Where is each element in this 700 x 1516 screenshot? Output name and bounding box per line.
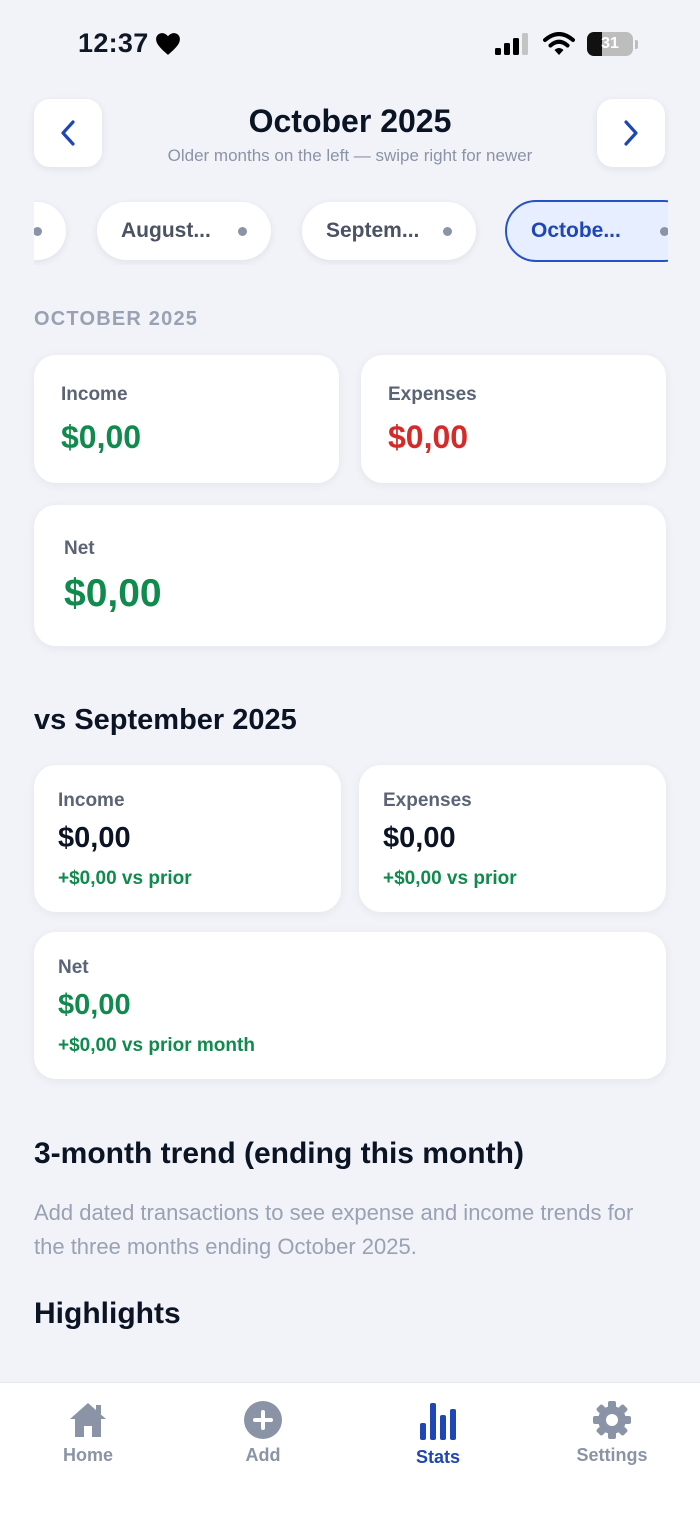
comparison-income-delta: +$0,00 vs prior [58,868,192,889]
heart-icon [155,32,180,55]
income-value: $0,00 [61,419,142,455]
month-chip-september[interactable]: Septem... [302,202,476,260]
income-card: Income $0,00 [34,355,339,483]
battery-tip [635,39,638,49]
page-subtitle: Older months on the left — swipe right f… [167,146,533,165]
comparison-expenses-card: Expenses $0,00 +$0,00 vs prior [359,765,666,912]
tab-label: Settings [576,1445,648,1465]
income-label: Income [61,384,128,405]
comparison-title: vs September 2025 [34,704,297,736]
battery-icon: 31 [587,32,633,56]
comparison-net-value: $0,00 [58,989,131,1021]
comparison-net-label: Net [58,957,89,978]
comparison-expenses-value: $0,00 [383,822,456,854]
month-chip-label: August... [121,219,211,242]
comparison-income-card: Income $0,00 +$0,00 vs prior [34,765,341,912]
expenses-value: $0,00 [388,419,469,455]
expenses-card: Expenses $0,00 [361,355,666,483]
net-label: Net [64,538,95,559]
home-icon [70,1403,106,1437]
comparison-expenses-label: Expenses [383,790,472,811]
month-chip-previous[interactable] [34,202,66,260]
tab-stats[interactable]: Stats [378,1401,498,1468]
status-indicators: 31 [495,32,638,56]
trend-title: 3-month trend (ending this month) [34,1137,524,1170]
tab-settings[interactable]: Settings [552,1401,672,1466]
plus-circle-icon [244,1401,282,1439]
comparison-net-delta: +$0,00 vs prior month [58,1035,255,1056]
comparison-income-label: Income [58,790,125,811]
section-caption: OCTOBER 2025 [34,308,199,330]
month-chip-august[interactable]: August... [97,202,271,260]
tab-label: Add [245,1445,281,1465]
wifi-icon [543,32,575,55]
tab-add[interactable]: Add [203,1401,323,1466]
highlights-title: Highlights [34,1297,181,1330]
month-chip-label: Septem... [326,219,420,242]
month-chip-dot [238,226,247,236]
tab-bar: Home Add Stats Settings [0,1382,700,1516]
status-time-text: 12:37 [78,28,149,58]
month-chip-label: Octobe... [531,219,621,242]
expenses-label: Expenses [388,384,477,405]
cellular-signal-icon [495,33,528,55]
month-chip-dot [34,226,42,236]
battery-level: 31 [601,35,619,52]
trend-description: Add dated transactions to see expense an… [34,1200,634,1259]
net-card: Net $0,00 [34,505,666,646]
page-title: October 2025 [248,103,452,139]
comparison-income-value: $0,00 [58,822,131,854]
tab-label: Stats [415,1447,460,1467]
net-value: $0,00 [64,572,162,615]
month-chip-dot [660,226,668,236]
month-chip-october[interactable]: Octobe... [505,200,668,262]
bar-chart-icon [420,1403,456,1440]
gear-icon [593,1401,631,1439]
month-chip-scroller[interactable]: August... Septem... Octobe... [34,199,668,265]
month-chip-dot [443,226,452,236]
tab-label: Home [62,1445,113,1465]
tab-home[interactable]: Home [28,1401,148,1466]
comparison-net-card: Net $0,00 +$0,00 vs prior month [34,932,666,1079]
comparison-expenses-delta: +$0,00 vs prior [383,868,517,889]
status-time: 12:37 [78,28,181,59]
